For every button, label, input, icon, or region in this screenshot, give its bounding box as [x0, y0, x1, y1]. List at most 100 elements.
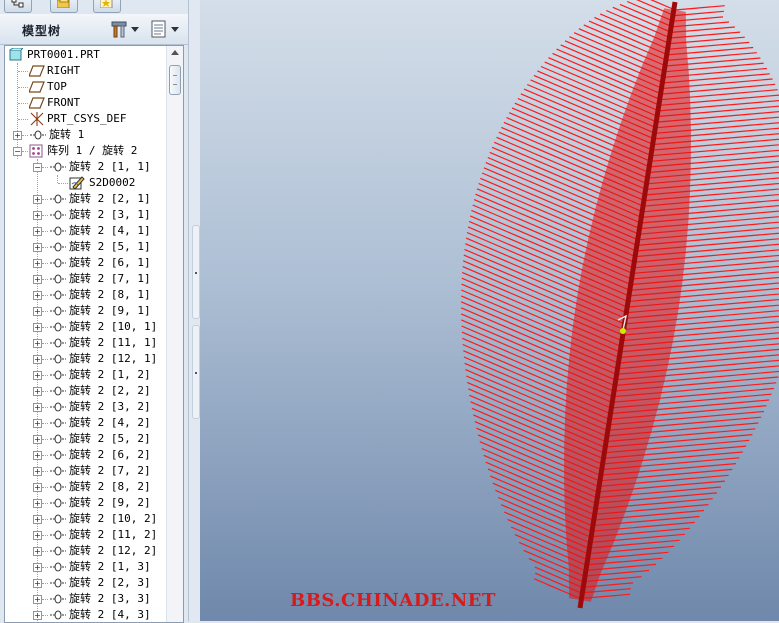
expand-icon[interactable]: +	[33, 451, 42, 460]
tree-label: TOP	[47, 80, 67, 93]
expand-icon[interactable]: +	[33, 403, 42, 412]
revolve-icon	[50, 274, 66, 284]
splitter-grip[interactable]	[192, 225, 200, 319]
expand-icon[interactable]: +	[33, 259, 42, 268]
expand-icon[interactable]: +	[33, 291, 42, 300]
expand-icon[interactable]: +	[33, 243, 42, 252]
chevron-down-icon	[171, 26, 179, 32]
graphics-viewport[interactable]: BBS.CHINADE.NET	[200, 0, 779, 621]
revolve-icon	[50, 194, 66, 204]
model-tree[interactable]: PRT0001.PRT RIGHT TOP FRONT PRT_CSYS_DEF…	[4, 45, 184, 623]
revolve-icon	[50, 562, 66, 572]
revolve-icon	[50, 162, 66, 172]
tree-label: 旋转 2 [8, 1]	[69, 288, 151, 301]
splitter-grip[interactable]	[192, 325, 200, 419]
revolve-icon	[50, 594, 66, 604]
expand-icon[interactable]: +	[33, 371, 42, 380]
revolve-icon	[50, 530, 66, 540]
tab-model-tree[interactable]	[4, 0, 32, 13]
watermark: BBS.CHINADE.NET	[290, 590, 496, 611]
revolve-icon	[50, 242, 66, 252]
tree-label: 旋转 1	[49, 128, 85, 141]
expand-icon[interactable]: +	[33, 515, 42, 524]
settings-button[interactable]	[110, 19, 139, 39]
tree-label: 旋转 2 [10, 2]	[69, 512, 158, 525]
revolve-icon	[50, 354, 66, 364]
scroll-up-icon[interactable]	[171, 50, 179, 55]
datum-plane-icon	[29, 97, 45, 109]
model-tree-tab-icon	[11, 0, 24, 8]
tree-label: 旋转 2 [2, 2]	[69, 384, 151, 397]
revolve-icon	[50, 450, 66, 460]
tree-label: 旋转 2 [3, 3]	[69, 592, 151, 605]
tree-scrollbar[interactable]	[166, 46, 183, 622]
tree-label: PRT0001.PRT	[27, 48, 100, 61]
tree-label: 旋转 2 [6, 1]	[69, 256, 151, 269]
tree-label: 旋转 2 [7, 1]	[69, 272, 151, 285]
expand-icon[interactable]: +	[33, 387, 42, 396]
revolve-icon	[50, 290, 66, 300]
tree-label: 旋转 2 [7, 2]	[69, 464, 151, 477]
tree-label: 旋转 2 [2, 1]	[69, 192, 151, 205]
expand-icon[interactable]: +	[33, 499, 42, 508]
revolve-icon	[50, 466, 66, 476]
model-tree-toolbar: 模型树	[0, 14, 192, 45]
show-button[interactable]	[150, 19, 179, 39]
model-tree-panel: 模型树 PRT0001.PRT RIGHT TOP FRONT PRT_CSYS…	[0, 0, 193, 623]
expand-icon[interactable]: +	[33, 211, 42, 220]
tree-label: 旋转 2 [1, 3]	[69, 560, 151, 573]
expand-icon[interactable]: +	[33, 483, 42, 492]
expand-icon[interactable]: +	[33, 355, 42, 364]
expand-icon[interactable]: +	[33, 323, 42, 332]
expand-icon[interactable]: +	[33, 275, 42, 284]
tab-favorites[interactable]	[93, 0, 121, 13]
scroll-thumb[interactable]	[169, 65, 181, 95]
tree-label: 旋转 2 [4, 2]	[69, 416, 151, 429]
tab-folder-browser[interactable]	[50, 0, 78, 13]
expand-icon[interactable]: +	[33, 531, 42, 540]
expand-icon[interactable]: +	[33, 195, 42, 204]
revolve-icon	[50, 306, 66, 316]
expand-icon[interactable]: +	[33, 547, 42, 556]
expand-icon[interactable]: +	[33, 435, 42, 444]
revolve-icon	[50, 578, 66, 588]
navigator-tabs	[0, 0, 192, 13]
expand-icon[interactable]: +	[33, 307, 42, 316]
expand-icon[interactable]: +	[33, 579, 42, 588]
tree-label: 旋转 2 [1, 1]	[69, 160, 151, 173]
revolve-icon	[50, 210, 66, 220]
revolve-icon	[50, 226, 66, 236]
expand-icon[interactable]: +	[33, 339, 42, 348]
revolve-icon	[50, 482, 66, 492]
revolve-icon	[50, 610, 66, 620]
folder-tab-icon	[57, 0, 70, 8]
part-icon	[9, 48, 23, 61]
revolve-icon	[30, 130, 46, 140]
expand-icon[interactable]: +	[33, 611, 42, 620]
expand-icon[interactable]: +	[33, 563, 42, 572]
datum-plane-icon	[29, 65, 45, 77]
tree-label: 旋转 2 [10, 1]	[69, 320, 158, 333]
panel-title: 模型树	[22, 24, 62, 38]
tree-label: 旋转 2 [12, 2]	[69, 544, 158, 557]
tree-label: 旋转 2 [9, 1]	[69, 304, 151, 317]
tree-label: 旋转 2 [1, 2]	[69, 368, 151, 381]
tree-label: 旋转 2 [12, 1]	[69, 352, 158, 365]
sketch-icon	[69, 176, 85, 190]
chevron-down-icon	[131, 26, 139, 32]
expand-icon[interactable]: +	[33, 467, 42, 476]
expand-icon[interactable]: +	[13, 131, 22, 140]
tree-label: 旋转 2 [4, 1]	[69, 224, 151, 237]
expand-icon[interactable]: +	[33, 595, 42, 604]
collapse-icon[interactable]: −	[13, 147, 22, 156]
tree-label: FRONT	[47, 96, 81, 109]
revolve-icon	[50, 322, 66, 332]
revolve-icon	[50, 370, 66, 380]
tree-label: 旋转 2 [5, 1]	[69, 240, 151, 253]
revolve-icon	[50, 418, 66, 428]
expand-icon[interactable]: +	[33, 419, 42, 428]
revolve-icon	[50, 338, 66, 348]
tree-label: 旋转 2 [11, 1]	[69, 336, 158, 349]
expand-icon[interactable]: +	[33, 227, 42, 236]
collapse-icon[interactable]: −	[33, 163, 42, 172]
